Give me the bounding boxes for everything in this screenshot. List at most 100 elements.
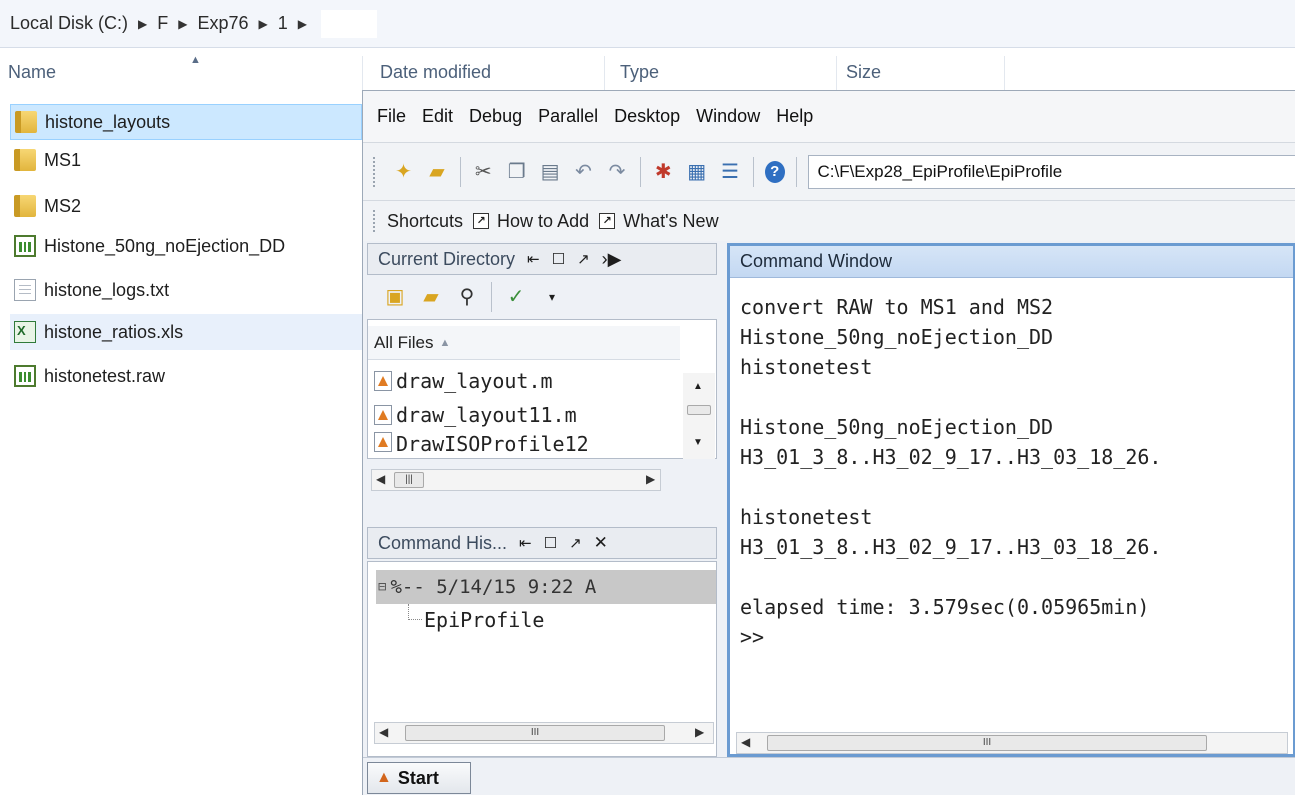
current-directory-toolbar: ▣ ▰ ⚲ ✓ ▾ xyxy=(367,277,717,317)
list-item[interactable]: draw_layout11.m xyxy=(374,400,678,430)
list-item[interactable]: draw_layout.m xyxy=(374,366,678,396)
scrollbar-thumb[interactable]: III xyxy=(405,725,665,741)
file-row-ms2[interactable]: MS2 xyxy=(10,188,362,224)
menu-help[interactable]: Help xyxy=(776,106,813,127)
current-directory-file-list: All Files ▲ draw_layout.m draw_layout11.… xyxy=(367,319,717,459)
file-row-histonetest-raw[interactable]: histonetest.raw xyxy=(10,358,362,394)
command-output-line: H3_01_3_8..H3_02_9_17..H3_03_18_26. xyxy=(740,445,1162,469)
breadcrumb-item-exp76[interactable]: Exp76 xyxy=(194,13,253,34)
start-label: Start xyxy=(397,767,439,788)
shortcut-whats-new[interactable]: What's New xyxy=(623,211,718,232)
menu-desktop[interactable]: Desktop xyxy=(614,106,680,127)
scroll-left-icon[interactable]: ◀ xyxy=(741,735,750,749)
command-window-output[interactable]: convert RAW to MS1 and MS2 Histone_50ng_n… xyxy=(740,292,1290,652)
find-files-icon[interactable]: ⚲ xyxy=(454,284,480,310)
horizontal-scrollbar[interactable]: ◀ III ▶ xyxy=(374,722,714,744)
chevron-right-icon[interactable]: ▶ xyxy=(132,17,153,31)
horizontal-scrollbar[interactable]: ◀ III xyxy=(736,732,1288,754)
new-file-icon[interactable]: ✦ xyxy=(392,159,415,185)
column-divider[interactable] xyxy=(1004,56,1005,92)
undock-icon[interactable]: ⇤ xyxy=(527,250,540,268)
file-name: histonetest.raw xyxy=(44,365,166,386)
file-row-histone-layouts[interactable]: histone_layouts xyxy=(10,104,362,140)
chevron-right-icon[interactable]: ▶ xyxy=(292,17,313,31)
list-item[interactable]: DrawISOProfile12 xyxy=(374,432,678,458)
toolbar-grip[interactable] xyxy=(373,156,377,187)
file-row-histone-ratios[interactable]: histone_ratios.xls xyxy=(10,314,362,350)
shortcuts-label[interactable]: Shortcuts xyxy=(387,211,463,232)
maximize-icon[interactable]: ☐ xyxy=(552,250,565,268)
visual-directory-icon[interactable]: ✓ xyxy=(503,284,529,310)
history-entry[interactable]: EpiProfile xyxy=(424,608,544,632)
breadcrumb-item-local-disk[interactable]: Local Disk (C:) xyxy=(6,13,132,34)
command-output-line: histonetest xyxy=(740,355,873,379)
undock-icon[interactable]: ⇤ xyxy=(519,534,532,552)
file-name: draw_layout11.m xyxy=(396,403,577,427)
file-row-histone-50ng[interactable]: Histone_50ng_noEjection_DD xyxy=(10,228,362,264)
panel-expand-icon[interactable]: ›▶ xyxy=(602,249,622,270)
column-header-size[interactable]: Size xyxy=(846,62,881,83)
up-folder-icon[interactable]: ▣ xyxy=(382,284,408,310)
breadcrumb[interactable]: Local Disk (C:) ▶ F ▶ Exp76 ▶ 1 ▶ xyxy=(0,0,1295,48)
scroll-right-icon[interactable]: ▶ xyxy=(695,725,704,739)
profiler-icon[interactable]: ☰ xyxy=(718,159,741,185)
column-divider[interactable] xyxy=(836,56,837,92)
open-folder-icon[interactable]: ▰ xyxy=(425,159,448,185)
paste-icon[interactable]: ▤ xyxy=(538,159,561,185)
scrollbar-thumb[interactable]: ||| xyxy=(394,472,424,488)
shortcut-icon: ↗ xyxy=(473,213,490,229)
undo-icon[interactable]: ↶ xyxy=(572,159,595,185)
menu-edit[interactable]: Edit xyxy=(422,106,453,127)
column-header-date-modified[interactable]: Date modified xyxy=(380,62,491,83)
file-name: Histone_50ng_noEjection_DD xyxy=(44,235,286,256)
start-button[interactable]: ▲ Start xyxy=(367,762,471,794)
redo-icon[interactable]: ↷ xyxy=(605,159,628,185)
all-files-column-header[interactable]: All Files ▲ xyxy=(368,326,680,360)
scroll-left-icon[interactable]: ◀ xyxy=(379,725,388,739)
help-icon[interactable]: ? xyxy=(764,160,785,183)
folder-icon xyxy=(15,111,37,133)
scroll-right-icon[interactable]: ▶ xyxy=(646,472,655,486)
scrollbar-thumb[interactable] xyxy=(687,405,711,415)
file-row-histone-logs[interactable]: histone_logs.txt xyxy=(10,272,362,308)
command-window[interactable]: Command Window convert RAW to MS1 and MS… xyxy=(727,243,1295,757)
scrollbar-thumb[interactable]: III xyxy=(767,735,1207,751)
matlab-logo-icon: ▲ xyxy=(376,769,392,786)
copy-icon[interactable]: ❐ xyxy=(505,159,528,185)
cut-icon[interactable]: ✂ xyxy=(472,159,495,185)
menu-debug[interactable]: Debug xyxy=(469,106,522,127)
history-session-header[interactable]: ⊟ %-- 5/14/15 9:22 A xyxy=(376,570,716,604)
command-history-list: ⊟ %-- 5/14/15 9:22 A EpiProfile ◀ III ▶ xyxy=(367,561,717,757)
pin-icon[interactable]: ↗ xyxy=(577,250,590,268)
dropdown-arrow-icon[interactable]: ▾ xyxy=(539,284,565,310)
chevron-right-icon[interactable]: ▶ xyxy=(172,17,193,31)
chevron-right-icon[interactable]: ▶ xyxy=(253,17,274,31)
menu-file[interactable]: File xyxy=(377,106,406,127)
close-icon[interactable]: ✕ xyxy=(594,533,608,553)
breadcrumb-item-1[interactable]: 1 xyxy=(274,13,292,34)
column-divider[interactable] xyxy=(604,56,605,92)
file-row-ms1[interactable]: MS1 xyxy=(10,142,362,178)
menu-parallel[interactable]: Parallel xyxy=(538,106,598,127)
vertical-scrollbar[interactable]: ▲ ▼ xyxy=(683,373,715,459)
column-header-type[interactable]: Type xyxy=(620,62,659,83)
pin-icon[interactable]: ↗ xyxy=(569,534,582,552)
breadcrumb-item-f[interactable]: F xyxy=(153,13,172,34)
shortcut-icon: ↗ xyxy=(599,213,616,229)
shortcut-how-to-add[interactable]: How to Add xyxy=(497,211,589,232)
maximize-icon[interactable]: ☐ xyxy=(544,534,557,552)
column-header-name[interactable]: Name xyxy=(8,62,56,83)
menu-window[interactable]: Window xyxy=(696,106,760,127)
collapse-icon[interactable]: ⊟ xyxy=(378,579,386,595)
current-folder-path-input[interactable]: C:\F\Exp28_EpiProfile\EpiProfile xyxy=(808,154,1295,189)
scroll-down-icon[interactable]: ▼ xyxy=(693,437,703,448)
address-input-area[interactable] xyxy=(321,9,378,38)
column-divider[interactable] xyxy=(362,56,363,92)
horizontal-scrollbar[interactable]: ◀ ||| ▶ xyxy=(371,469,661,491)
guide-icon[interactable]: ▦ xyxy=(685,159,708,185)
scroll-up-icon[interactable]: ▲ xyxy=(693,381,703,392)
new-folder-icon[interactable]: ▰ xyxy=(418,284,444,310)
scroll-left-icon[interactable]: ◀ xyxy=(376,472,385,486)
simulink-icon[interactable]: ✱ xyxy=(652,159,675,185)
shortcuts-grip[interactable] xyxy=(373,210,377,232)
